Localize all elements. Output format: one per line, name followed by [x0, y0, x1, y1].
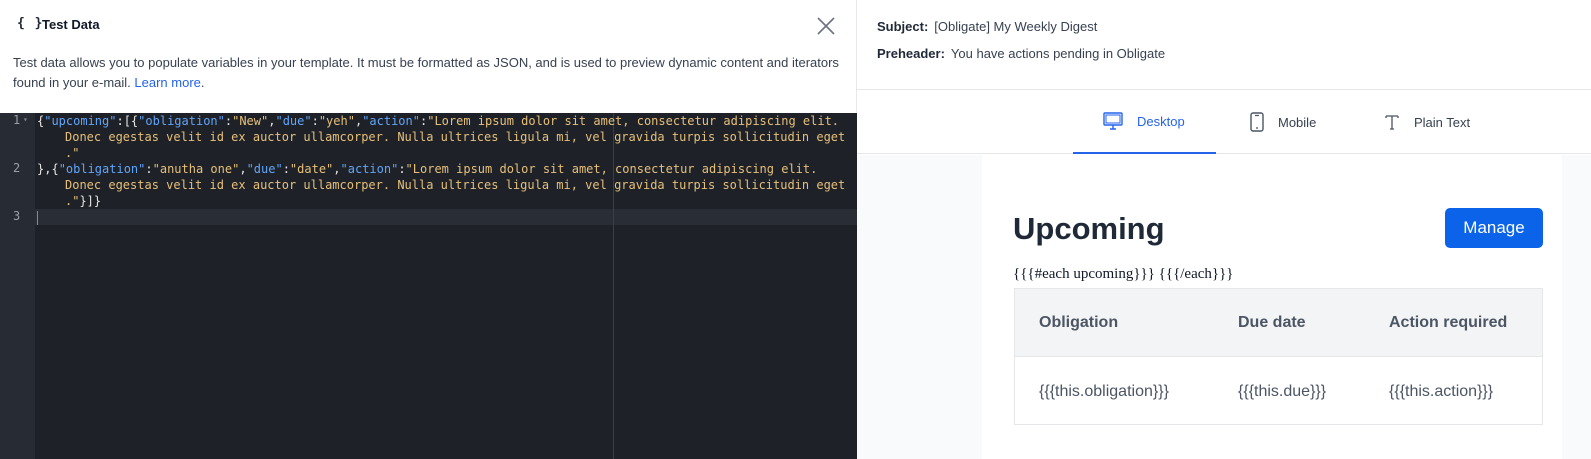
punct: ,: [333, 162, 341, 176]
line-number: 3: [13, 209, 21, 223]
tab-mobile[interactable]: Mobile: [1250, 90, 1360, 154]
json-string: .": [65, 194, 80, 208]
line-number: 1: [13, 113, 21, 127]
subject-value: [Obligate] My Weekly Digest: [934, 19, 1098, 34]
table-cell-due: {{{this.due}}}: [1238, 383, 1327, 400]
test-data-header: { } Test Data: [0, 0, 857, 50]
punct: :: [311, 114, 319, 128]
json-string: "anutha one": [152, 162, 240, 176]
column-header-obligation: Obligation: [1039, 314, 1119, 331]
line-number: 2: [13, 161, 21, 175]
test-data-panel: { } Test Data Test data allows you to po…: [0, 0, 857, 459]
tab-desktop[interactable]: Desktop: [1073, 90, 1216, 154]
json-string: "Lorem ipsum dolor sit amet, consectetur…: [405, 162, 818, 176]
preheader-line: Preheader: You have actions pending in Ob…: [877, 46, 1165, 61]
close-icon[interactable]: [815, 15, 837, 37]
obligations-table: Obligation Due date Action required {{{t…: [1014, 288, 1543, 425]
fold-arrow-icon[interactable]: ▾: [23, 115, 28, 124]
preheader-label: Preheader:: [877, 46, 945, 61]
punct: :: [282, 162, 290, 176]
table-cell-obligation: {{{this.obligation}}}: [1039, 383, 1169, 400]
email-body: Upcoming Manage {{{#each upcoming}}} {{{…: [982, 155, 1562, 459]
preview-tabs: Desktop Mobile Plain Text: [857, 90, 1591, 154]
punct: :[{: [116, 114, 139, 128]
tab-label: Desktop: [1137, 113, 1185, 129]
panel-description: Test data allows you to populate variabl…: [13, 53, 843, 93]
code-line-3: [37, 209, 847, 225]
tab-label: Mobile: [1278, 114, 1317, 130]
code-line-2-wrap-1: Donec egestas velit id ex auctor ullamco…: [37, 177, 847, 193]
text-icon: [1385, 115, 1399, 130]
subject-line: Subject: [Obligate] My Weekly Digest: [877, 19, 1097, 34]
json-key: "obligation": [138, 114, 225, 128]
punct: }]}: [79, 194, 102, 208]
json-string: "date": [289, 162, 334, 176]
json-key: "obligation": [58, 162, 146, 176]
code-line-1-wrap-1: Donec egestas velit id ex auctor ullamco…: [37, 129, 847, 145]
braces-icon: { }: [17, 16, 44, 31]
punct: },{: [37, 162, 59, 176]
description-period: .: [200, 75, 205, 90]
table-header: Obligation Due date Action required: [1015, 289, 1542, 357]
handlebars-block: {{{#each upcoming}}} {{{/each}}}: [1013, 266, 1234, 282]
json-string: Donec egestas velit id ex auctor ullamco…: [65, 130, 846, 144]
text-cursor: [37, 210, 38, 225]
column-header-action: Action required: [1389, 314, 1508, 331]
subject-label: Subject:: [877, 19, 929, 34]
punct: :: [398, 162, 406, 176]
json-string: .": [65, 146, 80, 160]
email-title: Upcoming: [1013, 211, 1165, 246]
code-line-1-wrap-2: .": [37, 145, 847, 161]
json-key: "action": [340, 162, 399, 176]
email-preview-area: Upcoming Manage {{{#each upcoming}}} {{{…: [857, 155, 1591, 459]
column-header-due-date: Due date: [1238, 314, 1306, 331]
manage-button[interactable]: Manage: [1445, 208, 1543, 248]
code-content[interactable]: {"upcoming":[{"obligation":"New","due":"…: [37, 113, 847, 225]
code-line-2-wrap-2: ."}]}: [37, 193, 847, 209]
learn-more-link[interactable]: Learn more: [134, 75, 200, 90]
preview-panel: Subject: [Obligate] My Weekly Digest Preh…: [857, 0, 1591, 459]
phone-icon: [1250, 112, 1264, 132]
json-key: "due": [275, 114, 312, 128]
json-key: "due": [246, 162, 283, 176]
preheader-value: You have actions pending in Obligate: [950, 46, 1166, 61]
json-string: "New": [232, 114, 269, 128]
json-string: Donec egestas velit id ex auctor ullamco…: [65, 178, 846, 192]
json-key: "action": [362, 114, 420, 128]
json-string: "Lorem ipsum dolor sit amet, consectetur…: [427, 114, 840, 128]
tab-plain-text[interactable]: Plain Text: [1384, 90, 1494, 154]
panel-title: Test Data: [42, 17, 100, 32]
punct: :: [145, 162, 153, 176]
punct: ,: [239, 162, 247, 176]
table-cell-action: {{{this.action}}}: [1389, 383, 1494, 400]
json-key: "upcoming": [44, 114, 117, 128]
tab-label: Plain Text: [1414, 114, 1471, 130]
json-string: "yeh": [318, 114, 355, 128]
monitor-icon: [1103, 112, 1123, 130]
json-editor[interactable]: 1 ▾ 2 3 {"upcoming":[{"obligation":"New"…: [0, 113, 857, 459]
code-line-2: },{"obligation":"anutha one","due":"date…: [37, 161, 847, 177]
code-line-1: {"upcoming":[{"obligation":"New","due":"…: [37, 113, 847, 129]
